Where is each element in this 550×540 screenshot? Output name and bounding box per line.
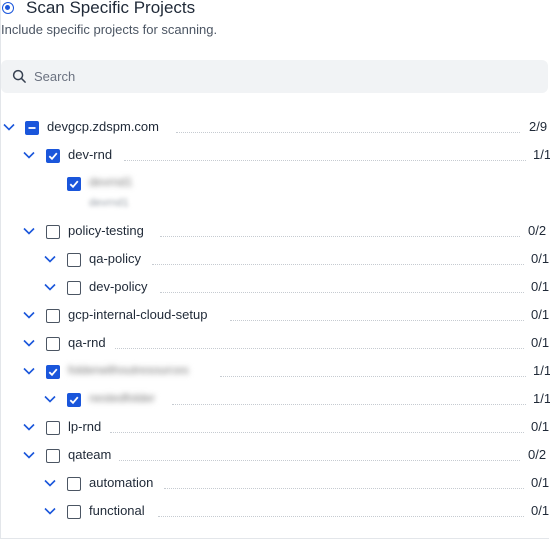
chevron-down-icon[interactable] [23,367,35,375]
row-label: functional [89,503,149,518]
tree-row[interactable]: functional 0/1 [0,502,550,522]
row-count: 1/1 [527,391,550,406]
chevron-down-icon[interactable] [23,227,35,235]
row-leader [220,376,528,377]
row-checkbox[interactable] [67,393,81,407]
chevron-down-icon[interactable] [23,151,35,159]
tree-row[interactable]: qateam 0/2 [0,446,550,466]
row-label: devrnd1 [89,175,137,189]
row-checkbox[interactable] [67,505,81,519]
tree-row[interactable]: gcp-internal-cloud-setup 0/1 [0,306,550,326]
chevron-down-icon[interactable] [23,451,35,459]
row-leader [110,432,524,433]
row-checkbox[interactable] [25,121,39,135]
row-label: lp-rnd [68,419,106,434]
chevron-down-icon[interactable] [44,507,56,515]
check-icon [69,396,79,405]
tree-row[interactable]: nestedfolder 1/1 [0,390,550,410]
row-count: 0/1 [525,419,550,434]
chevron-down-icon[interactable] [3,123,15,131]
row-count: 0/1 [525,251,550,266]
row-label: qateam [68,447,116,462]
row-leader [160,292,524,293]
tree-row-root[interactable]: devgcp.zdspm.com 2/9 [0,118,550,138]
check-icon [48,152,58,161]
row-checkbox[interactable] [67,253,81,267]
row-checkbox[interactable] [46,337,60,351]
row-checkbox[interactable] [46,449,60,463]
row-count: 0/1 [525,335,550,350]
row-label: devgcp.zdspm.com [47,119,163,134]
row-label: dev-policy [89,279,152,294]
row-checkbox[interactable] [67,477,81,491]
chevron-down-icon[interactable] [44,283,56,291]
row-count: 1/1 [527,363,550,378]
row-leader [124,160,528,161]
row-checkbox[interactable] [46,365,60,379]
tree-row[interactable]: devrnd1 [0,174,550,194]
row-checkbox[interactable] [46,225,60,239]
row-sublabel: devrnd1 [89,197,129,209]
row-checkbox[interactable] [67,281,81,295]
row-count: 2/9 [523,119,548,134]
row-label: qa-policy [89,251,146,266]
check-icon [69,180,79,189]
row-count: 0/2 [522,223,547,238]
tree-row[interactable]: qa-rnd 0/1 [0,334,550,354]
row-count: 0/1 [525,475,550,490]
row-leader [230,320,524,321]
row-leader [119,460,520,461]
chevron-down-icon[interactable] [23,423,35,431]
row-label: qa-rnd [68,335,110,350]
tree-row[interactable]: dev-rnd 1/1 [0,146,550,166]
tree-row[interactable]: automation 0/1 [0,474,550,494]
row-count: 0/1 [525,307,550,322]
row-checkbox[interactable] [67,177,81,191]
row-count: 0/1 [525,279,550,294]
row-count: 0/2 [522,447,547,462]
row-label: folderwithoutresources [68,363,193,377]
chevron-down-icon[interactable] [44,479,56,487]
row-label: nestedfolder [89,391,160,405]
row-leader [160,236,520,237]
row-leader [164,488,524,489]
tree-row[interactable]: qa-policy 0/1 [0,250,550,270]
minus-icon [28,127,36,129]
row-label: gcp-internal-cloud-setup [68,307,212,322]
row-checkbox[interactable] [46,421,60,435]
row-leader [152,264,524,265]
tree-row[interactable]: lp-rnd 0/1 [0,418,550,438]
chevron-down-icon[interactable] [44,395,56,403]
chevron-down-icon[interactable] [44,255,56,263]
row-leader [176,132,520,133]
tree-row[interactable]: dev-policy 0/1 [0,278,550,298]
chevron-down-icon[interactable] [23,311,35,319]
check-icon [48,368,58,377]
row-leader [172,404,528,405]
tree-row[interactable]: policy-testing 0/2 [0,222,550,242]
tree-row[interactable]: folderwithoutresources 1/1 [0,362,550,382]
chevron-down-icon[interactable] [23,339,35,347]
row-leader [115,348,524,349]
row-count: 0/1 [525,503,550,518]
row-checkbox[interactable] [46,149,60,163]
row-label: dev-rnd [68,147,117,162]
row-checkbox[interactable] [46,309,60,323]
row-label: automation [89,475,158,490]
row-label: policy-testing [68,223,148,238]
project-tree: devgcp.zdspm.com 2/9 dev-rnd 1/1 devrnd1… [0,0,550,540]
row-count: 1/1 [527,147,550,162]
row-leader [158,516,524,517]
